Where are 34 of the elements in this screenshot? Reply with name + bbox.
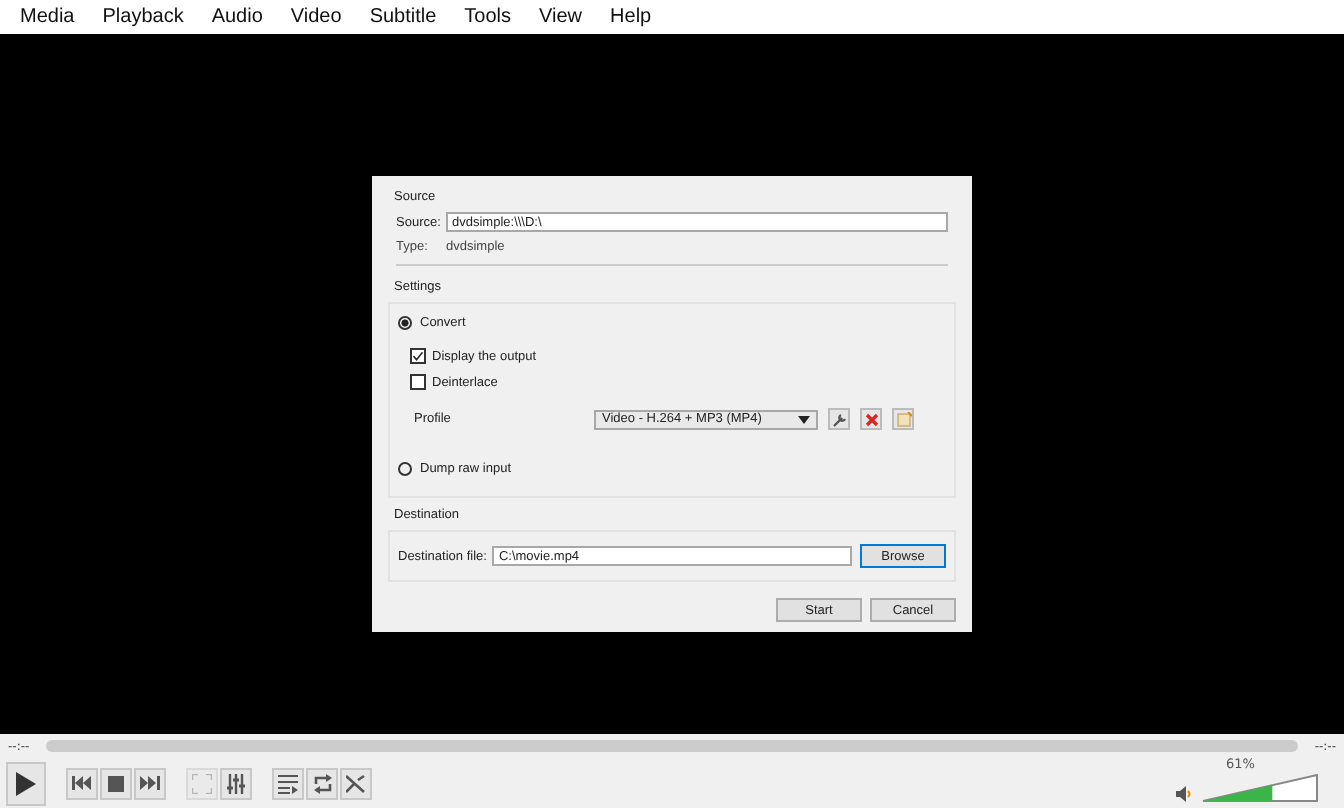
playlist-button[interactable]	[272, 767, 304, 799]
next-button[interactable]	[134, 767, 166, 799]
previous-button[interactable]	[66, 767, 98, 799]
radio-button[interactable]	[398, 316, 412, 330]
radio-button[interactable]	[398, 462, 412, 476]
playlist-icon	[278, 773, 298, 793]
fullscreen-icon	[192, 773, 212, 793]
menu-item[interactable]: Audio	[197, 6, 277, 28]
menu-item[interactable]: Video	[276, 6, 356, 28]
menu-item[interactable]: Subtitle	[355, 6, 451, 28]
next-icon	[140, 776, 160, 790]
stop-button[interactable]	[100, 767, 132, 799]
loop-icon	[311, 773, 333, 793]
equalizer-button[interactable]	[220, 767, 252, 799]
stop-icon	[108, 775, 124, 791]
equalizer-icon	[226, 773, 246, 793]
caret-icon	[798, 415, 810, 423]
menu-item[interactable]: Media	[6, 6, 89, 28]
speaker-icon[interactable]	[1176, 785, 1192, 801]
previous-icon	[72, 776, 92, 790]
play-icon	[14, 769, 38, 797]
shuffle-button[interactable]	[340, 767, 372, 799]
delete-button[interactable]	[860, 408, 882, 430]
loop-button[interactable]	[306, 767, 338, 799]
volume-slider[interactable]	[1202, 773, 1318, 801]
menu-item[interactable]: Tools	[450, 6, 526, 28]
menu-item[interactable]: Playback	[88, 6, 198, 28]
play-button[interactable]	[6, 761, 46, 805]
shuffle-icon	[346, 773, 366, 793]
wrench-button[interactable]	[828, 408, 850, 430]
checkbox[interactable]	[410, 374, 426, 390]
menu-item[interactable]: Help	[596, 6, 666, 28]
menu-item[interactable]: View	[525, 6, 597, 28]
checkbox[interactable]	[410, 348, 426, 364]
